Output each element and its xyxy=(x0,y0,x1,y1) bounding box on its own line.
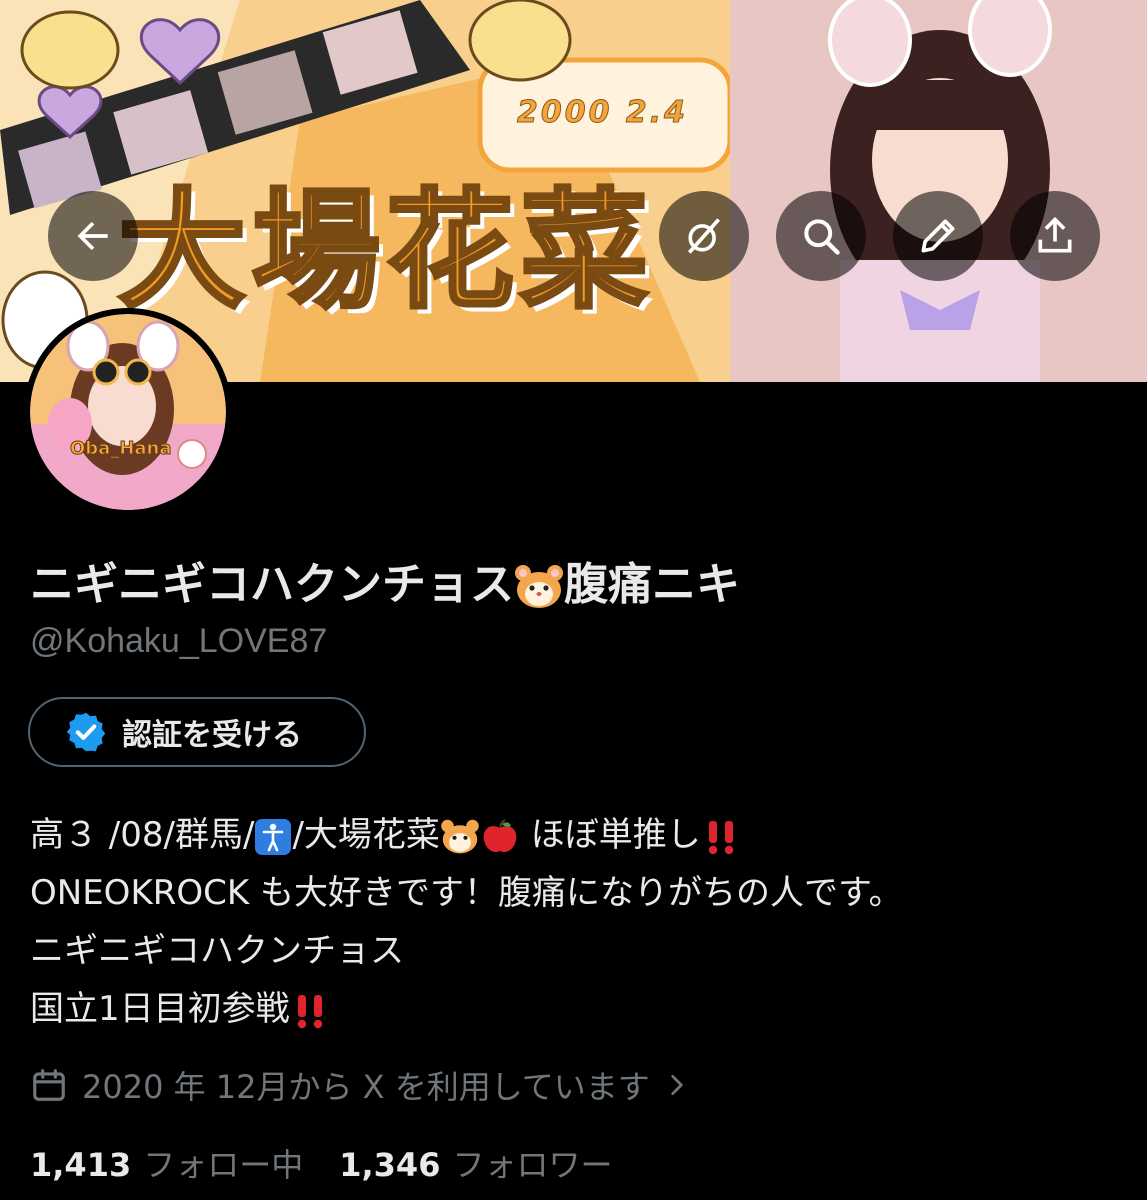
share-button[interactable] xyxy=(1010,191,1100,281)
display-name: ニギニギコハクンチョス 腹痛ニキ xyxy=(30,548,740,612)
bio-line-1: 高３ /08/群馬/ /大場花菜 ほぼ単推し xyxy=(30,806,1120,864)
bio-line-4: 国立1日目初参戦 xyxy=(30,980,1120,1038)
share-icon xyxy=(1038,216,1072,253)
search-button[interactable] xyxy=(776,191,866,281)
hamster-emoji-icon xyxy=(440,819,480,855)
grok-button[interactable] xyxy=(659,191,749,281)
display-name-main: ニギニギコハクンチョス xyxy=(30,559,514,610)
bio-line-1a: 高３ /08/群馬/ xyxy=(30,815,255,855)
followers-count[interactable]: 1,346 xyxy=(339,1146,440,1184)
search-icon xyxy=(804,219,840,255)
back-button[interactable] xyxy=(48,191,138,281)
user-handle: @Kohaku_LOVE87 xyxy=(30,622,328,660)
get-verified-button[interactable]: 認証を受ける xyxy=(28,697,366,767)
verified-badge-icon xyxy=(66,712,106,752)
double-exclamation-icon xyxy=(290,992,330,1030)
display-name-suffix: 腹痛ニキ xyxy=(564,559,740,610)
double-exclamation-icon xyxy=(701,818,741,856)
avatar-image xyxy=(30,314,226,510)
bio-line-2: ONEOKROCK も大好きです！腹痛になりがちの人です。 xyxy=(30,873,903,913)
following-label[interactable]: フォロー中 xyxy=(143,1140,303,1186)
bio-line-1b: /大場花菜 xyxy=(292,815,440,855)
joined-date-link[interactable]: 2020 年 12月から X を利用しています xyxy=(30,1062,690,1108)
profile-bio: 高３ /08/群馬/ /大場花菜 ほぼ単推し ONEOKROCK も大好きです！腹… xyxy=(30,806,1120,1038)
arrow-left-icon xyxy=(77,221,108,251)
following-count[interactable]: 1,413 xyxy=(30,1146,131,1184)
person-standing-emoji-icon xyxy=(254,818,292,856)
grok-icon xyxy=(687,218,721,254)
followers-label[interactable]: フォロワー xyxy=(452,1140,612,1186)
hamster-emoji-icon xyxy=(514,564,564,610)
bio-line-1c: ほぼ単推し xyxy=(519,815,701,855)
edit-button[interactable] xyxy=(893,191,983,281)
avatar-name-text: Oba_Hana xyxy=(70,438,173,460)
follow-stats: 1,413 フォロー中 1,346 フォロワー xyxy=(30,1140,648,1186)
red-apple-emoji-icon xyxy=(480,818,520,856)
profile-avatar[interactable]: Oba_Hana xyxy=(24,308,232,516)
chevron-right-icon xyxy=(671,1074,683,1096)
get-verified-label: 認証を受ける xyxy=(122,718,302,753)
banner-date-text: 2000 2.4 xyxy=(516,95,689,131)
banner-title-text: 大場花菜 xyxy=(116,177,655,326)
bio-line-4-text: 国立1日目初参戦 xyxy=(30,989,290,1029)
pencil-icon xyxy=(921,219,955,253)
joined-date-text: 2020 年 12月から X を利用しています xyxy=(82,1068,650,1106)
calendar-icon xyxy=(33,1069,65,1101)
bio-line-3: ニギニギコハクンチョス xyxy=(30,931,404,971)
